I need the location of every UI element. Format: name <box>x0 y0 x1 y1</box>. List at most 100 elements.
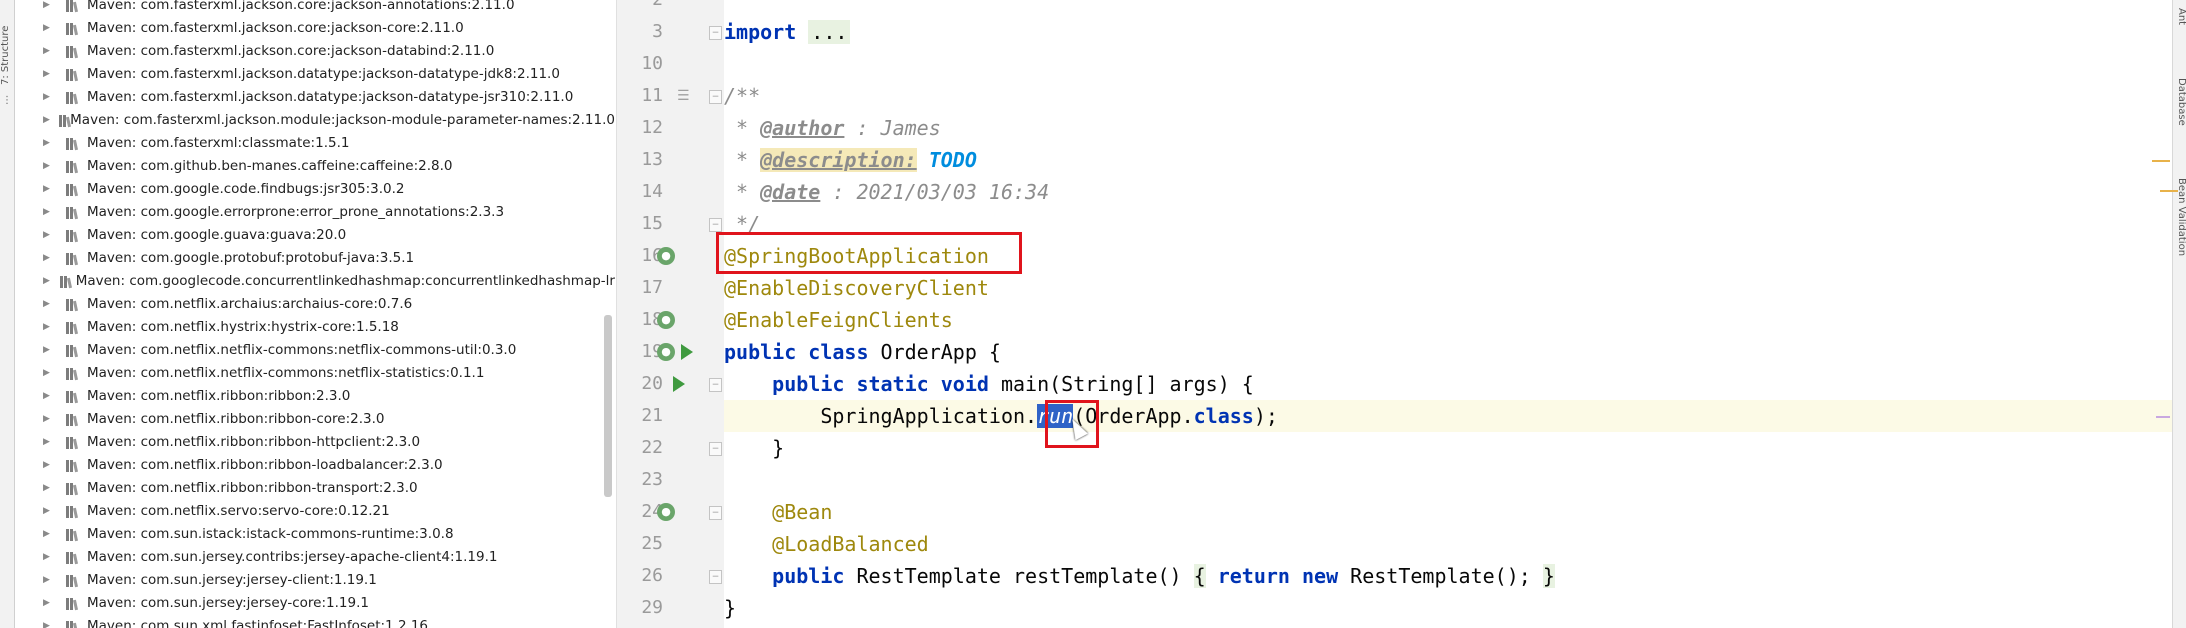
tree-item[interactable]: ▶ Maven: com.netflix.ribbon:ribbon-httpcl… <box>15 431 615 453</box>
warning-marker[interactable] <box>2152 160 2170 162</box>
gutter-line[interactable]: 23 <box>617 464 725 496</box>
fold-toggle-icon[interactable]: − <box>709 570 722 584</box>
code-line-19[interactable]: public class OrderApp { <box>724 336 2174 368</box>
fold-toggle-icon[interactable]: − <box>709 442 722 456</box>
gutter-line[interactable]: 2 <box>617 0 725 16</box>
code-editor[interactable]: import ... /** * @author : James * @desc… <box>724 0 2174 628</box>
fold-toggle-icon[interactable]: − <box>709 378 722 392</box>
expand-arrow-icon[interactable]: ▶ <box>43 368 57 378</box>
gutter-line[interactable]: 18 ● <box>617 304 725 336</box>
fold-toggle-icon[interactable]: − <box>709 506 722 520</box>
ant-tab[interactable]: Ant <box>2173 8 2186 25</box>
tree-item[interactable]: ▶ Maven: com.netflix.ribbon:ribbon-transp… <box>15 477 615 499</box>
gutter-line[interactable]: 11 ☰ − <box>617 80 725 112</box>
folded-brace-close[interactable]: } <box>1542 564 1555 588</box>
gutter-line[interactable]: 19 ● <box>617 336 725 368</box>
tree-item[interactable]: ▶ Maven: com.fasterxml.jackson.datatype:j… <box>15 63 615 85</box>
code-line-22[interactable]: } <box>724 432 2174 464</box>
expand-arrow-icon[interactable]: ▶ <box>43 138 57 148</box>
expand-arrow-icon[interactable]: ▶ <box>43 23 57 33</box>
tree-item[interactable]: ▶ Maven: com.sun.xml.fastinfoset:FastInfo… <box>15 615 615 628</box>
expand-arrow-icon[interactable]: ▶ <box>43 322 57 332</box>
spring-bean-icon[interactable]: ● <box>657 343 675 361</box>
tree-item[interactable]: ▶ Maven: com.sun.jersey.contribs:jersey-a… <box>15 546 615 568</box>
gutter-line[interactable]: 26 − <box>617 560 725 592</box>
gutter-line[interactable]: 21 <box>617 400 725 432</box>
run-gutter-icon[interactable] <box>673 376 685 392</box>
expand-arrow-icon[interactable]: ▶ <box>43 184 57 194</box>
expand-arrow-icon[interactable]: ▶ <box>43 414 57 424</box>
tree-item[interactable]: ▶ Maven: com.fasterxml.jackson.core:jacks… <box>15 0 615 16</box>
tree-scrollbar[interactable] <box>604 315 612 497</box>
expand-arrow-icon[interactable]: ▶ <box>43 460 57 470</box>
folded-brace-open[interactable]: { <box>1193 564 1206 588</box>
code-line-18[interactable]: @EnableFeignClients <box>724 304 2174 336</box>
code-line-17[interactable]: @EnableDiscoveryClient <box>724 272 2174 304</box>
tree-item[interactable]: ▶ Maven: com.netflix.ribbon:ribbon-core:2… <box>15 408 615 430</box>
expand-arrow-icon[interactable]: ▶ <box>43 253 57 263</box>
gutter-line[interactable]: 16 ● <box>617 240 725 272</box>
tree-item[interactable]: ▶ Maven: com.sun.jersey:jersey-client:1.1… <box>15 569 615 591</box>
gutter-line[interactable]: 13 <box>617 144 725 176</box>
expand-arrow-icon[interactable]: ▶ <box>43 115 50 125</box>
code-line-20[interactable]: public static void main(String[] args) { <box>724 368 2174 400</box>
gutter-line[interactable]: 15 − <box>617 208 725 240</box>
fold-toggle-icon[interactable]: − <box>709 90 722 104</box>
run-gutter-icon[interactable] <box>681 344 693 360</box>
tree-item[interactable]: ▶ Maven: com.google.code.findbugs:jsr305:… <box>15 178 615 200</box>
spring-bean-icon[interactable]: ● <box>657 247 675 265</box>
expand-arrow-icon[interactable]: ▶ <box>43 598 57 608</box>
expand-arrow-icon[interactable]: ▶ <box>43 299 57 309</box>
expand-arrow-icon[interactable]: ▶ <box>43 276 51 286</box>
expand-arrow-icon[interactable]: ▶ <box>43 345 57 355</box>
expand-arrow-icon[interactable]: ▶ <box>43 483 57 493</box>
code-line-13[interactable]: * @description: TODO <box>724 144 2174 176</box>
expand-arrow-icon[interactable]: ▶ <box>43 391 57 401</box>
tree-item[interactable]: ▶ Maven: com.netflix.netflix-commons:netf… <box>15 339 615 361</box>
tree-item[interactable]: ▶ Maven: com.netflix.ribbon:ribbon-loadba… <box>15 454 615 476</box>
folded-imports[interactable]: ... <box>808 20 851 44</box>
code-line-21[interactable]: SpringApplication.run(OrderApp.class); <box>724 400 2174 432</box>
expand-arrow-icon[interactable]: ▶ <box>43 0 57 10</box>
gutter-line[interactable]: 25 <box>617 528 725 560</box>
warning-marker[interactable] <box>2160 190 2178 192</box>
expand-arrow-icon[interactable]: ▶ <box>43 552 57 562</box>
tree-item[interactable]: ▶ Maven: com.netflix.servo:servo-core:0.1… <box>15 500 615 522</box>
fold-toggle-icon[interactable]: − <box>709 26 722 40</box>
tree-item[interactable]: ▶ Maven: com.google.guava:guava:20.0 <box>15 224 615 246</box>
expand-arrow-icon[interactable]: ▶ <box>43 437 57 447</box>
code-line-24[interactable]: @Bean <box>724 496 2174 528</box>
gutter-line[interactable]: 20 − <box>617 368 725 400</box>
tree-item[interactable]: ▶ Maven: com.googlecode.concurrentlinkedh… <box>15 270 615 292</box>
code-line-26[interactable]: public RestTemplate restTemplate() { ret… <box>724 560 2174 592</box>
gutter-line[interactable]: 24 ● − <box>617 496 725 528</box>
expand-arrow-icon[interactable]: ▶ <box>43 230 57 240</box>
code-line-11[interactable]: /** <box>724 80 2174 112</box>
gutter-line[interactable]: 3− <box>617 16 725 48</box>
expand-arrow-icon[interactable]: ▶ <box>43 621 57 628</box>
spring-bean-icon[interactable]: ● <box>657 311 675 329</box>
gutter-line[interactable]: 14 <box>617 176 725 208</box>
tree-item[interactable]: ▶ Maven: com.fasterxml.jackson.core:jacks… <box>15 40 615 62</box>
code-line-25[interactable]: @LoadBalanced <box>724 528 2174 560</box>
tree-item[interactable]: ▶ Maven: com.sun.istack:istack-commons-ru… <box>15 523 615 545</box>
fold-toggle-icon[interactable]: − <box>709 218 722 232</box>
code-line-29[interactable]: } <box>724 592 2174 624</box>
render-doc-icon[interactable]: ☰ <box>677 88 690 104</box>
code-line-14[interactable]: * @date : 2021/03/03 16:34 <box>724 176 2174 208</box>
expand-arrow-icon[interactable]: ▶ <box>43 161 57 171</box>
tree-item[interactable]: ▶ Maven: com.google.errorprone:error_pron… <box>15 201 615 223</box>
gutter-line[interactable]: 12 <box>617 112 725 144</box>
tree-item[interactable]: ▶ Maven: com.netflix.archaius:archaius-co… <box>15 293 615 315</box>
tree-item[interactable]: ▶ Maven: com.github.ben-manes.caffeine:ca… <box>15 155 615 177</box>
gutter-line[interactable]: 29 <box>617 592 725 624</box>
tree-item[interactable]: ▶ Maven: com.netflix.ribbon:ribbon:2.3.0 <box>15 385 615 407</box>
tree-item[interactable]: ▶ Maven: com.sun.jersey:jersey-core:1.19.… <box>15 592 615 614</box>
expand-arrow-icon[interactable]: ▶ <box>43 46 57 56</box>
gutter-line[interactable]: 10 <box>617 48 725 80</box>
tree-item[interactable]: ▶ Maven: com.fasterxml.jackson.datatype:j… <box>15 86 615 108</box>
error-stripe-marker[interactable] <box>2156 416 2170 418</box>
tree-item[interactable]: ▶ Maven: com.fasterxml.jackson.module:jac… <box>15 109 615 131</box>
database-tab[interactable]: Database <box>2173 78 2186 126</box>
expand-arrow-icon[interactable]: ▶ <box>43 207 57 217</box>
